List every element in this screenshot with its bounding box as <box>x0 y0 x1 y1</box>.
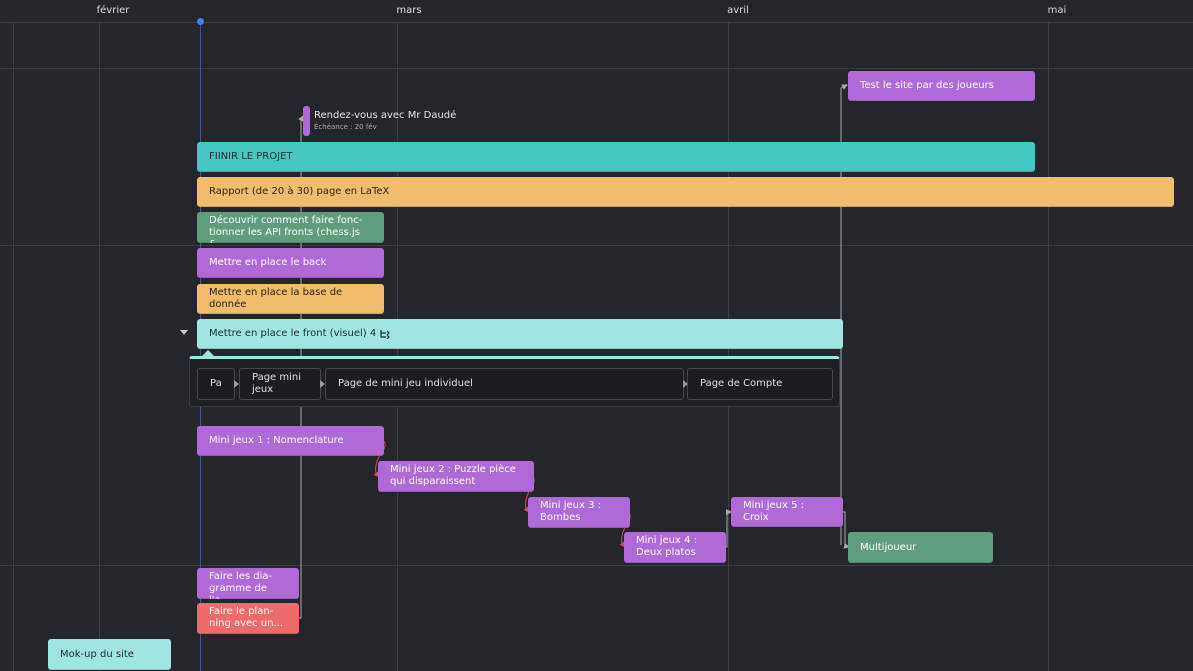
task-mini-jeux-1[interactable]: Mini jeux 1 : Nomenclature <box>197 426 384 456</box>
task-rapport[interactable]: Rapport (de 20 à 30) page en LaTeX <box>197 177 1174 207</box>
milestone-due-date: Échéance : 20 fév <box>314 123 377 131</box>
subtask-label-line-2: jeux <box>252 384 274 395</box>
task-label: Mettre en place le back <box>209 257 327 268</box>
subtask-label: Page de Compte <box>700 378 783 389</box>
task-label: Mini jeux 1 : Nomenclature <box>209 435 344 446</box>
task-label-line-2: tionner les API fronts (chess.js &... <box>209 227 360 243</box>
task-mini-jeux-4[interactable]: Mini jeux 4 : Deux platos <box>624 532 726 563</box>
task-api-fronts[interactable]: Découvrir comment faire fonc- tionner le… <box>197 212 384 243</box>
task-front[interactable]: Mettre en place le front (visuel) 4 <box>197 319 843 349</box>
grid-line-mai <box>1048 22 1049 671</box>
task-diagrammes[interactable]: Faire les dia- gramme de l'a... <box>197 568 299 599</box>
subtask-label: Pa <box>210 378 222 389</box>
milestone-bar[interactable] <box>303 106 310 136</box>
subtask-panel-pointer <box>202 350 214 356</box>
month-label-avril: avril <box>727 5 749 16</box>
task-label-line-1: Faire le plan- <box>209 606 274 617</box>
task-base-de-donnee[interactable]: Mettre en place la base de donnée <box>197 284 384 314</box>
subtasks-icon <box>380 330 391 339</box>
timeline-header: février mars avril mai <box>0 0 1193 23</box>
milestone-title: Rendez-vous avec Mr Daudé <box>314 110 457 121</box>
today-marker <box>197 18 204 25</box>
subtask-label-line-1: Page mini <box>252 372 302 383</box>
task-label-line-1: Mini jeux 4 : <box>636 535 697 546</box>
task-label-line-1: Faire les dia- <box>209 571 273 582</box>
task-label: FIINIR LE PROJET <box>209 151 293 162</box>
task-multijoueur[interactable]: Multijoueur <box>848 532 993 563</box>
row-divider <box>0 245 1193 246</box>
task-label-line-2: Deux platos <box>636 547 696 558</box>
grid-line-fevrier <box>99 22 100 671</box>
task-label: Mettre en place le front (visuel) 4 <box>209 328 377 339</box>
task-mini-jeux-2[interactable]: Mini jeux 2 : Puzzle pièce qui disparais… <box>378 461 534 492</box>
task-label-line-1: Mini jeux 3 : <box>540 500 601 511</box>
row-divider <box>0 68 1193 69</box>
task-label-line-2: qui disparaissent <box>390 476 476 487</box>
subtask-page-de-compte[interactable]: Page de Compte <box>687 368 833 400</box>
task-back[interactable]: Mettre en place le back <box>197 248 384 278</box>
grid-line-left <box>13 22 14 671</box>
task-label: Rapport (de 20 à 30) page en LaTeX <box>209 186 390 197</box>
task-label-line-1: Découvrir comment faire fonc- <box>209 215 363 226</box>
subtask-pa[interactable]: Pa <box>197 368 235 400</box>
task-label-line-1: Mini jeux 2 : Puzzle pièce <box>390 464 516 475</box>
task-mini-jeux-5[interactable]: Mini jeux 5 : Croix <box>731 497 843 527</box>
month-label-mars: mars <box>396 5 422 16</box>
month-label-fevrier: février <box>96 5 130 16</box>
task-test-site[interactable]: Test le site par des joueurs <box>848 71 1035 101</box>
task-label: Mini jeux 5 : Croix <box>743 500 804 523</box>
month-label-mai: mai <box>1047 5 1067 16</box>
row-divider <box>0 565 1193 566</box>
task-label: Mok-up du site <box>60 648 134 660</box>
task-finir-projet[interactable]: FIINIR LE PROJET <box>197 142 1035 172</box>
task-mini-jeux-3[interactable]: Mini jeux 3 : Bombes <box>528 497 630 528</box>
task-label-line-2: Bombes <box>540 512 581 523</box>
subtask-page-mini-jeux[interactable]: Page mini jeux <box>239 368 321 400</box>
subtask-page-mini-jeu-individuel[interactable]: Page de mini jeu individuel <box>325 368 684 400</box>
chevron-down-icon[interactable] <box>180 330 188 335</box>
task-label: Mettre en place la base de donnée <box>209 287 343 310</box>
task-label-line-2: gramme de l'a... <box>209 583 267 599</box>
task-label: Test le site par des joueurs <box>860 80 994 91</box>
task-planning[interactable]: Faire le plan- ning avec un... <box>197 603 299 634</box>
task-label-line-2: ning avec un... <box>209 618 284 629</box>
task-mockup[interactable]: Mok-up du site <box>48 639 171 670</box>
subtask-label: Page de mini jeu individuel <box>338 378 473 389</box>
task-label: Multijoueur <box>860 541 917 553</box>
